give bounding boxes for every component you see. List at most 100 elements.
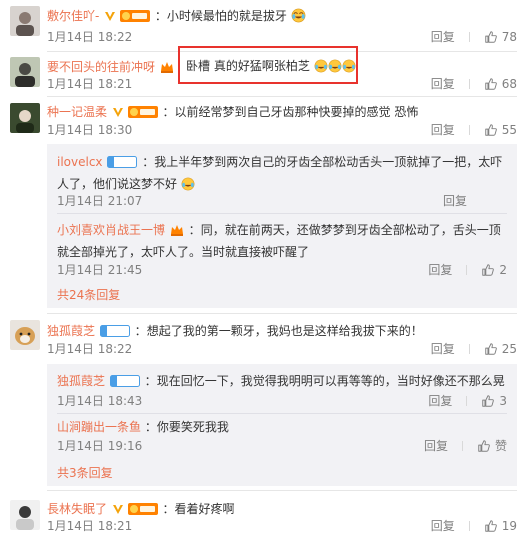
reply-time: 1月14日 19:16 [57,439,143,453]
user-badges [170,222,184,242]
reply-time: 1月14日 21:07 [57,194,143,208]
comment-time: 1月14日 18:30 [47,123,133,137]
thumbs-up-icon [484,78,497,90]
laugh-cry-emoji-icon [342,59,356,73]
like-button[interactable]: 赞 [477,438,507,454]
username-link[interactable]: 敷尔佳吖- [47,9,99,23]
reply-thread: 独孤葭芝 ：现在回忆一下，我觉得我明明可以再等等的，当时好像还不那么晃 1月14… [47,364,517,486]
reply-time: 1月14日 21:45 [57,263,143,277]
laugh-cry-emoji-icon [314,59,328,73]
reply-button[interactable]: 回复 [431,122,455,138]
action-divider [468,521,470,531]
reply-time: 1月14日 18:43 [57,394,143,408]
username-link[interactable]: 种一记温柔 [47,105,107,119]
laugh-cry-emoji-icon [181,177,195,191]
username-link[interactable]: 山涧蹦出一条鱼 [57,420,141,434]
thumbs-up-icon [484,343,497,355]
like-button[interactable]: 19 [484,518,517,534]
iron-fan-badge [99,325,130,337]
user-badges [107,154,138,174]
comment-item: 种一记温柔 ：以前经常梦到自己牙齿那种快要掉的感觉 恐怖 1月14日 18:30… [0,97,527,308]
like-count: 68 [501,77,517,91]
comment-text: 看着好疼啊 [174,502,235,516]
user-badges [160,60,174,78]
thumbs-up-icon [484,31,497,43]
action-divider [468,79,470,89]
comment-time: 1月14日 18:22 [47,342,133,356]
action-divider [466,265,468,275]
action-divider [461,441,463,451]
comment-text: 以前经常梦到自己牙齿那种快要掉的感觉 恐怖 [174,105,419,119]
fan-level-badge [120,10,150,22]
reply-button[interactable]: 回复 [431,29,455,45]
like-count: 78 [501,30,517,44]
comment-time: 1月14日 18:21 [47,77,133,91]
username-link[interactable]: 独孤葭芝 [47,324,95,338]
reply-button[interactable]: 回复 [424,438,448,454]
reply-button[interactable]: 回复 [428,393,452,409]
like-count: 25 [501,342,517,356]
comment-item: 要不回头的往前冲呀 1月14日 18:21 卧槽 真的好猛啊张柏芝 回复 68 [0,46,527,96]
like-button[interactable]: 55 [484,122,517,138]
like-count: 2 [499,263,507,277]
thumbs-up-icon [484,520,497,532]
reply-item: 山涧蹦出一条鱼 ：你要笑死我我 1月14日 19:16 回复赞 [57,420,507,454]
comment-item: 長林失眠了 ：看着好疼啊 1月14日 18:21 回复 19 [0,491,527,539]
avatar[interactable] [10,320,40,350]
comment-text: 卧槽 真的好猛啊张柏芝 [186,59,310,73]
iron-fan-badge [107,156,138,168]
like-button[interactable]: 78 [484,29,517,45]
reply-button[interactable]: 回复 [431,518,455,534]
avatar[interactable] [10,6,40,36]
verified-v-icon [112,505,123,514]
like-count: 3 [499,394,507,408]
crown-badge [160,62,173,73]
action-divider [468,344,470,354]
user-badges [112,105,158,123]
fan-level-badge [127,106,158,118]
username-link[interactable]: 小刘喜欢肖战王一博 [57,223,165,237]
username-link[interactable]: 要不回头的往前冲呀 [47,60,155,74]
reply-item: 小刘喜欢肖战王一博 ：同，就在前两天，还做梦梦到牙齿全部松动了，舌头一顶就全部掉… [57,222,507,278]
view-all-replies-link[interactable]: 共24条回复 [57,287,120,303]
reply-button[interactable]: 回复 [431,76,455,92]
comment-time: 1月14日 18:22 [47,30,133,44]
user-badges [99,324,130,342]
like-button[interactable]: 3 [481,393,507,409]
comment-text: 小时候最怕的就是拔牙 [166,9,287,23]
username-link[interactable]: 独孤葭芝 [57,374,105,388]
laugh-cry-emoji-icon [328,59,342,73]
like-button[interactable]: 25 [484,341,517,357]
user-badges [104,9,150,27]
reply-text: 现在回忆一下，我觉得我明明可以再等等的，当时好像还不那么晃 [156,374,505,388]
reply-button[interactable]: 回复 [443,193,467,209]
comment-item: 独孤葭芝 ：想起了我的第一颗牙，我妈也是这样给我拔下来的！ 1月14日 18:2… [0,314,527,486]
user-badges [109,374,140,392]
avatar[interactable] [10,103,40,133]
crown-badge [170,225,183,236]
comment-text: 想起了我的第一颗牙，我妈也是这样给我拔下来的！ [146,324,423,338]
reply-text: 你要笑死我我 [156,420,229,434]
thumbs-up-icon [484,124,497,136]
thumbs-up-icon [482,264,495,276]
thumbs-up-icon [482,395,495,407]
like-count: 55 [501,123,517,137]
avatar[interactable] [10,57,40,87]
username-link[interactable]: ilovelcx [57,155,103,169]
username-link[interactable]: 長林失眠了 [47,502,107,516]
reply-thread: ilovelcx ：我上半年梦到两次自己的牙齿全部松动舌头一顶就掉了一把，太吓人… [47,144,517,308]
reply-button[interactable]: 回复 [428,262,452,278]
comment-item: 敷尔佳吖- ：小时候最怕的就是拔牙 1月14日 18:22 回复 78 [0,0,527,50]
verified-v-icon [112,108,123,117]
like-button[interactable]: 2 [481,262,507,278]
action-divider [468,125,470,135]
avatar[interactable] [10,500,40,530]
reply-item: 独孤葭芝 ：现在回忆一下，我觉得我明明可以再等等的，当时好像还不那么晃 1月14… [57,374,507,409]
iron-fan-badge [109,375,140,387]
like-count: 19 [501,519,517,533]
like-button[interactable]: 68 [484,76,517,92]
laugh-cry-emoji-icon [291,8,306,23]
view-all-replies-link[interactable]: 共3条回复 [57,465,113,481]
reply-button[interactable]: 回复 [431,341,455,357]
verified-v-icon [105,12,116,21]
